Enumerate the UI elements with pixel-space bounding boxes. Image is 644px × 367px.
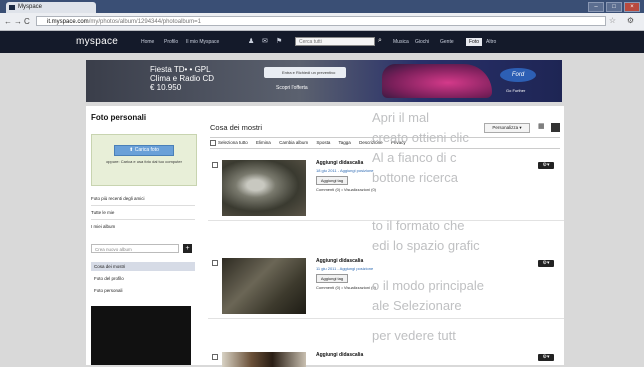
sidebar-album-item[interactable]: Foto personali [91, 286, 195, 295]
photo-caption[interactable]: Aggiungi didascalia [316, 258, 363, 264]
photo-gear-icon[interactable]: ⚙▾ [538, 162, 554, 169]
minimize-icon[interactable]: – [588, 2, 604, 12]
photo-gear-icon[interactable]: ⚙▾ [538, 354, 554, 361]
nav-games[interactable]: Giochi [415, 39, 429, 45]
car-image [382, 64, 492, 98]
bookmark-star-icon[interactable]: ☆ [609, 16, 616, 25]
sidebar-link-friends-recent[interactable]: Foto più recenti degli amici [91, 196, 145, 201]
nav-my-myspace[interactable]: Il mio Myspace [186, 39, 219, 45]
close-icon[interactable]: × [624, 2, 640, 12]
photo-comments[interactable]: Commenti (0) • Visualizzazioni (0) [316, 285, 376, 290]
friends-icon[interactable]: ⚑ [276, 37, 282, 45]
ad-price: € 10.950 [150, 83, 182, 92]
nav-profile[interactable]: Profilo [164, 39, 178, 45]
description-button[interactable]: Descrizione [359, 140, 383, 145]
list-view-icon[interactable] [551, 123, 560, 132]
maximize-icon[interactable]: □ [606, 2, 622, 12]
album-main: Cosa dei mostri Personalizza ▾ ▦ Selezio… [208, 106, 564, 367]
album-cover-image [91, 306, 191, 365]
address-bar: ← → C it.myspace.com/my/photos/album/129… [0, 13, 644, 31]
add-album-button[interactable]: + [183, 244, 192, 253]
window-controls: – □ × [588, 2, 640, 12]
photo-caption[interactable]: Aggiungi didascalia [316, 160, 363, 166]
change-album-button[interactable]: Cambia album [279, 140, 308, 145]
myspace-logo[interactable]: myspace [76, 36, 118, 47]
nav-photos[interactable]: Foto [466, 38, 483, 46]
ford-banner-ad[interactable]: Fiesta TD• • GPL Clima e Radio CD € 10.9… [86, 60, 562, 102]
privacy-button[interactable]: Privacy [391, 140, 406, 145]
url-field[interactable]: it.myspace.com/my/photos/album/1294344/p… [36, 16, 606, 26]
site-search-input[interactable]: Cerca tutti [295, 37, 375, 46]
browser-tab-bar: Myspace – □ × [0, 0, 644, 13]
photo-date[interactable]: 11 giu 2011 - Aggiungi posizione [316, 266, 373, 271]
photos-page: Foto personali ⬆ Carica foto oppure: Car… [86, 106, 564, 367]
personalize-button[interactable]: Personalizza ▾ [484, 123, 530, 133]
nav-more[interactable]: Altro [486, 39, 496, 45]
profile-icon[interactable]: ♟ [248, 37, 254, 45]
ad-cta-link[interactable]: Scopri l'offerta [276, 85, 308, 91]
upload-note: oppure: Carica e usa foto dal tuo comput… [106, 159, 182, 164]
back-icon[interactable]: ← [4, 17, 12, 26]
nav-people[interactable]: Gente [440, 39, 454, 45]
nav-music[interactable]: Musica [393, 39, 409, 45]
url-domain: it.myspace.com [47, 19, 89, 25]
move-button[interactable]: Sposta [316, 140, 330, 145]
add-tag-button[interactable]: Aggiungi tag [316, 176, 348, 185]
sidebar-link-all-mine[interactable]: Tutte le mie [91, 210, 114, 215]
grid-view-icon[interactable]: ▦ [538, 123, 546, 131]
photo-gear-icon[interactable]: ⚙▾ [538, 260, 554, 267]
photo-row: Aggiungi didascalia ⚙▾ [208, 350, 564, 367]
sidebar-album-item[interactable]: Foto del profilo [91, 274, 195, 283]
sidebar-divider [91, 205, 195, 206]
nav-home[interactable]: Home [141, 39, 154, 45]
tab-title: Myspace [18, 4, 43, 10]
add-tag-button[interactable]: Aggiungi tag [316, 274, 348, 283]
sidebar-link-my-albums[interactable]: I miei album [91, 224, 115, 229]
photo-checkbox[interactable] [212, 354, 218, 360]
photo-caption[interactable]: Aggiungi didascalia [316, 352, 363, 358]
photo-row: Aggiungi didascalia 11 giu 2011 - Aggiun… [208, 256, 564, 319]
ad-headline-2: Clima e Radio CD [150, 74, 215, 83]
favicon-icon [9, 5, 15, 10]
photo-date[interactable]: 18 giu 2011 - Aggiungi posizione [316, 168, 374, 173]
photos-sidebar: Foto personali ⬆ Carica foto oppure: Car… [86, 106, 198, 365]
ford-logo: Ford [500, 68, 536, 82]
browser-tab[interactable]: Myspace [6, 2, 96, 13]
new-album-input[interactable]: Crea nuovo album [91, 244, 179, 253]
delete-button[interactable]: Elimina [256, 140, 271, 145]
photo-row: Aggiungi didascalia 18 giu 2011 - Aggiun… [208, 158, 564, 221]
ad-phone-field[interactable]: Entra e Richiedi un preventivo [264, 67, 346, 78]
album-title: Cosa dei mostri [210, 123, 263, 132]
ad-headline-1: Fiesta TD• • GPL [150, 65, 211, 74]
tag-button[interactable]: Tagga [339, 140, 351, 145]
photo-comments[interactable]: Commenti (0) • Visualizzazioni (0) [316, 187, 376, 192]
photo-thumbnail[interactable] [222, 160, 306, 216]
upload-box: ⬆ Carica foto oppure: Carica e usa foto … [91, 134, 197, 186]
forward-icon[interactable]: → [14, 17, 22, 26]
url-path: /my/photos/album/1294344/photoalbum=1 [88, 19, 201, 25]
search-icon[interactable]: ⌕ [378, 37, 382, 45]
ad-tagline: Go Further [506, 88, 526, 93]
photo-thumbnail[interactable] [222, 258, 306, 314]
photo-checkbox[interactable] [212, 162, 218, 168]
album-toolbar: Seleziona tutto Elimina Cambia album Spo… [210, 137, 560, 149]
wrench-icon[interactable]: ⚙ [627, 16, 634, 25]
reload-icon[interactable]: C [24, 17, 30, 26]
upload-photo-button[interactable]: ⬆ Carica foto [114, 145, 174, 156]
site-top-nav: myspace Home Profilo Il mio Myspace ♟ ✉ … [0, 31, 644, 53]
select-all-checkbox[interactable]: Seleziona tutto [210, 139, 248, 146]
photo-checkbox[interactable] [212, 260, 218, 266]
sidebar-divider [91, 219, 195, 220]
mail-icon[interactable]: ✉ [262, 37, 268, 45]
sidebar-title: Foto personali [91, 113, 147, 122]
sidebar-album-item[interactable]: Cosa dei mostri [91, 262, 195, 271]
ad-headline: Fiesta TD• • GPL Clima e Radio CD € 10.9… [150, 65, 214, 92]
